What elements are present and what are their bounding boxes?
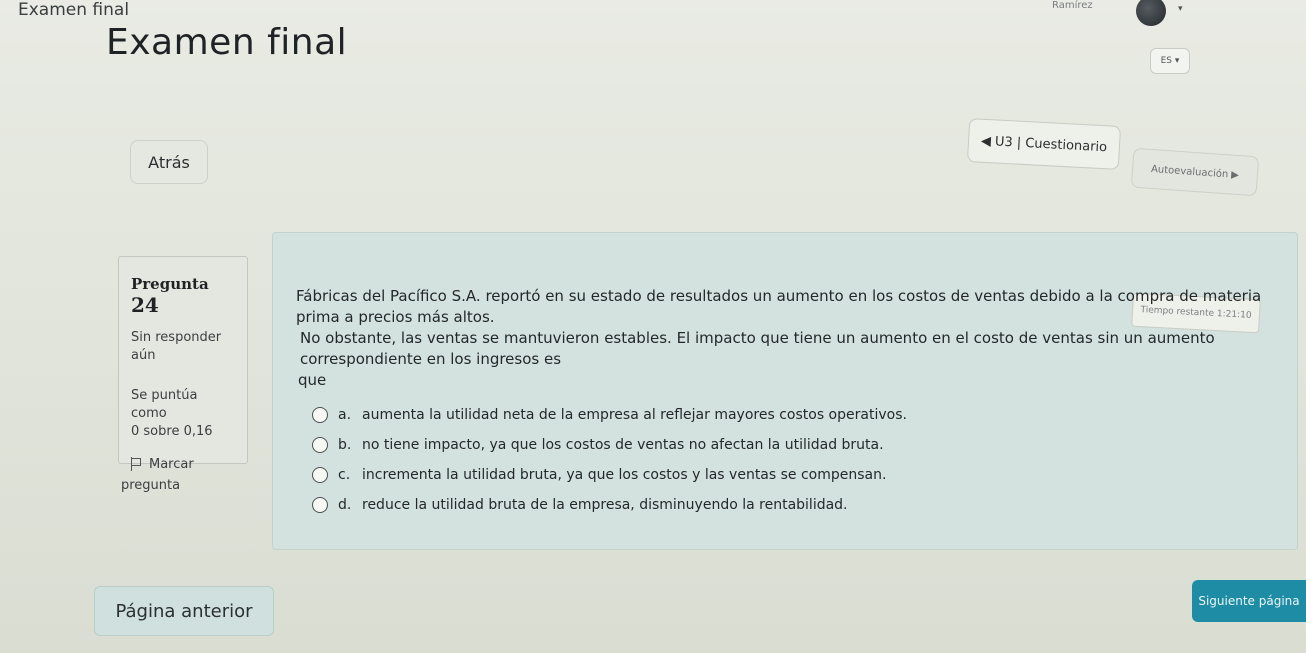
previous-page-button[interactable]: Página anterior [94, 586, 274, 636]
option-text: no tiene impacto, ya que los costos de v… [362, 437, 884, 453]
flag-icon [131, 457, 141, 471]
question-text-line: que [298, 371, 327, 389]
question-points-label: Se puntúa como [131, 388, 198, 421]
question-status: Sin responder aún [131, 330, 222, 363]
answer-option-d[interactable]: d. reduce la utilidad bruta de la empres… [312, 490, 907, 520]
option-text: reduce la utilidad bruta de la empresa, … [362, 497, 848, 513]
user-name[interactable]: Ramírez [1052, 0, 1093, 11]
flag-label: Marcar [149, 457, 194, 472]
option-letter: d. [338, 497, 352, 513]
next-activity-link[interactable]: Autoevaluación ▶ [1130, 147, 1260, 197]
back-button[interactable]: Atrás [130, 140, 208, 184]
avatar[interactable] [1136, 0, 1166, 26]
radio-button[interactable] [312, 437, 328, 453]
previous-activity-label: U3 | Cuestionario [994, 133, 1108, 155]
language-label: ES [1160, 56, 1172, 66]
breadcrumb[interactable]: Examen final [18, 0, 129, 20]
back-button-label: Atrás [148, 152, 190, 172]
chevron-down-icon[interactable]: ▾ [1178, 4, 1183, 14]
question-info-panel: Pregunta 24 Sin responder aún Se puntúa … [118, 256, 248, 493]
arrow-right-icon: ▶ [1230, 169, 1240, 181]
option-letter: a. [338, 407, 352, 423]
option-text: aumenta la utilidad neta de la empresa a… [362, 407, 907, 423]
answer-option-c[interactable]: c. incrementa la utilidad bruta, ya que … [312, 460, 907, 490]
answer-option-b[interactable]: b. no tiene impacto, ya que los costos d… [312, 430, 907, 460]
chevron-down-icon: ▾ [1172, 56, 1180, 66]
question-number: 24 [131, 293, 159, 317]
flag-label-second-line[interactable]: pregunta [121, 478, 237, 493]
question-text-line: No obstante, las ventas se mantuvieron e… [300, 329, 1215, 368]
option-text: incrementa la utilidad bruta, ya que los… [362, 467, 887, 483]
next-activity-label: Autoevaluación [1150, 163, 1229, 180]
next-page-label: Siguiente página [1198, 594, 1300, 608]
question-points-value: 0 sobre 0,16 [131, 424, 213, 439]
next-page-button[interactable]: Siguiente página [1192, 580, 1306, 622]
radio-button[interactable] [312, 467, 328, 483]
question-heading: Pregunta 24 [131, 275, 237, 317]
page-title: Examen final [106, 22, 348, 63]
question-heading-prefix: Pregunta [131, 275, 209, 293]
answer-options: a. aumenta la utilidad neta de la empres… [312, 400, 907, 520]
arrow-left-icon: ◀ [980, 133, 992, 149]
language-button[interactable]: ES ▾ [1150, 48, 1190, 74]
answer-option-a[interactable]: a. aumenta la utilidad neta de la empres… [312, 400, 907, 430]
previous-page-label: Página anterior [115, 600, 253, 622]
flag-question-button[interactable]: Marcar [131, 457, 237, 472]
previous-activity-link[interactable]: ◀ U3 | Cuestionario [966, 118, 1122, 170]
quiz-page: Examen final Ramírez ▾ ES ▾ Examen final… [0, 0, 1306, 653]
question-text: Fábricas del Pacífico S.A. reportó en su… [296, 286, 1276, 391]
question-text-line: Fábricas del Pacífico S.A. reportó en su… [296, 287, 1262, 326]
radio-button[interactable] [312, 497, 328, 513]
option-letter: c. [338, 467, 351, 483]
radio-button[interactable] [312, 407, 328, 423]
option-letter: b. [338, 437, 352, 453]
